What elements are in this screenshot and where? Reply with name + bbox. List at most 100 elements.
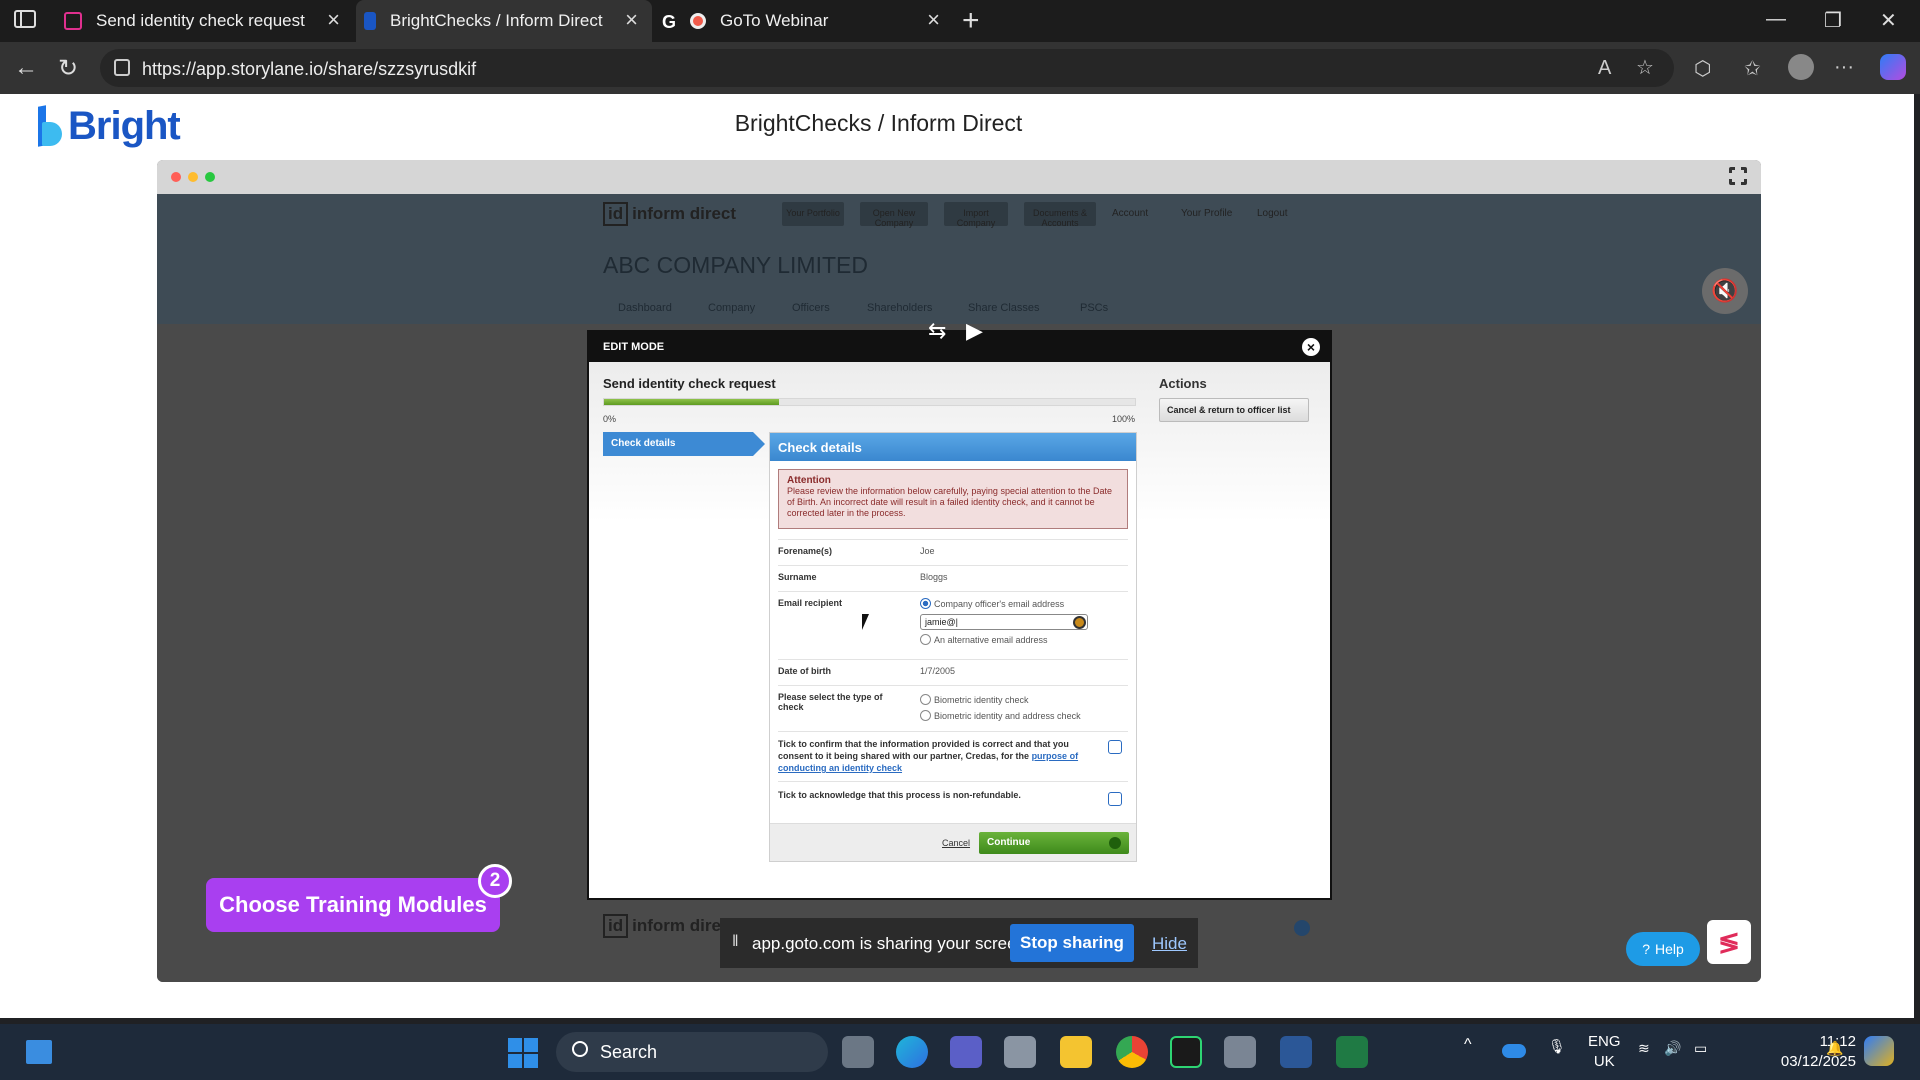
help-button[interactable]: ? Help [1626, 932, 1700, 966]
subnav-shareholders[interactable]: Shareholders [867, 302, 932, 314]
help-icon: ? [1642, 941, 1650, 957]
grammarly-badge-icon[interactable] [1073, 616, 1086, 629]
snipping-tool-icon[interactable] [1004, 1036, 1036, 1068]
favorite-star-icon[interactable]: ☆ [1636, 55, 1654, 80]
onedrive-icon[interactable] [1502, 1044, 1526, 1058]
restore-icon[interactable]: ❐ [1824, 8, 1842, 33]
subnav-share-classes[interactable]: Share Classes [968, 302, 1040, 314]
favorites-icon[interactable]: ✩ [1744, 56, 1761, 81]
storylane-logo-icon[interactable]: ≶ [1707, 920, 1751, 964]
drag-handle-icon[interactable]: ‖ [732, 933, 739, 951]
cancel-link[interactable]: Cancel [942, 838, 970, 848]
traffic-light-red-icon [171, 172, 181, 182]
swap-screen-icon[interactable]: ⇆ [928, 318, 946, 344]
menu-your-profile[interactable]: Your Profile [1181, 208, 1232, 219]
stop-sharing-button[interactable]: Stop sharing [1010, 924, 1134, 962]
menu-open-new-company[interactable]: Open New Company [860, 202, 928, 228]
address-bar-row: ← ↻ https://app.storylane.io/share/szzsy… [0, 42, 1920, 94]
excel-icon[interactable] [1336, 1036, 1368, 1068]
file-explorer-icon[interactable] [1060, 1036, 1092, 1068]
app-header: id inform direct Your Portfolio Open New … [157, 194, 1761, 324]
tab-send-identity-check[interactable]: Send identity check request × [58, 0, 354, 42]
back-icon[interactable]: ← [14, 54, 38, 82]
refund-checkbox[interactable] [1108, 792, 1122, 806]
subnav-officers[interactable]: Officers [792, 302, 830, 314]
menu-import-company[interactable]: Import Company [944, 202, 1008, 228]
close-tab-icon[interactable]: × [927, 9, 940, 31]
system-clock[interactable]: 11:12 03/12/2025 [1778, 1032, 1856, 1072]
calculator-icon[interactable] [1224, 1036, 1256, 1068]
vertical-tabs-icon[interactable] [14, 10, 36, 28]
widgets-icon[interactable] [26, 1040, 52, 1064]
minimize-icon[interactable]: — [1766, 8, 1786, 31]
subnav-dashboard[interactable]: Dashboard [618, 302, 672, 314]
copilot-icon[interactable] [1880, 54, 1906, 80]
taskbar-search[interactable]: Search [556, 1032, 828, 1072]
new-tab-icon[interactable]: + [962, 4, 980, 38]
notifications-icon[interactable]: 🔔 [1826, 1040, 1843, 1057]
company-name: ABC COMPANY LIMITED [603, 252, 868, 278]
refund-row: Tick to acknowledge that this process is… [778, 781, 1128, 821]
subnav-company[interactable]: Company [708, 302, 755, 314]
storylane-favicon-icon [64, 12, 82, 30]
language-indicator[interactable]: ENG UK [1588, 1032, 1621, 1072]
close-tab-icon[interactable]: × [327, 9, 340, 31]
copilot-taskbar-icon[interactable] [1864, 1036, 1894, 1066]
menu-account[interactable]: Account [1112, 208, 1148, 219]
edge-browser-icon[interactable] [896, 1036, 928, 1068]
menu-documents-accounts[interactable]: Documents & Accounts [1024, 202, 1096, 228]
profile-avatar-icon[interactable] [1788, 54, 1814, 80]
menu-your-portfolio[interactable]: Your Portfolio [782, 202, 844, 226]
check-type-biometric[interactable]: Biometric identity check [920, 694, 1029, 705]
attention-title: Attention [787, 475, 831, 486]
radio-selected-icon[interactable] [920, 598, 931, 609]
radio-icon[interactable] [920, 634, 931, 645]
task-view-icon[interactable] [842, 1036, 874, 1068]
radio-icon[interactable] [920, 694, 931, 705]
show-hidden-icons-icon[interactable]: ^ [1464, 1036, 1472, 1054]
consent-checkbox[interactable] [1108, 740, 1122, 754]
extensions-icon[interactable]: ⬡ [1694, 56, 1711, 81]
video-play-icon[interactable]: ▶ [966, 318, 983, 344]
radio-icon[interactable] [920, 710, 931, 721]
panel-title: Check details [770, 433, 1136, 461]
continue-button[interactable]: Continue [979, 832, 1129, 854]
check-type-row: Please select the type of check Biometri… [778, 685, 1128, 731]
email-input[interactable]: jamie@| [920, 614, 1088, 630]
windows-start-icon[interactable] [508, 1038, 538, 1068]
hide-share-bar-link[interactable]: Hide [1152, 934, 1187, 954]
wifi-icon[interactable]: ≋ [1638, 1040, 1650, 1057]
teams-icon[interactable] [950, 1036, 982, 1068]
menu-logout[interactable]: Logout [1257, 208, 1288, 219]
mute-audio-icon[interactable]: 🔇 [1702, 268, 1748, 314]
url-input[interactable]: https://app.storylane.io/share/szzsyrusd… [100, 49, 1674, 87]
modal-close-icon[interactable]: × [1302, 338, 1320, 356]
attention-notice: Attention Please review the information … [778, 469, 1128, 529]
subnav-pscs[interactable]: PSCs [1080, 302, 1108, 314]
email-option-alternative[interactable]: An alternative email address [920, 634, 1048, 645]
tab-brightchecks[interactable]: BrightChecks / Inform Direct × [356, 0, 652, 42]
volume-icon[interactable]: 🔊 [1664, 1040, 1681, 1057]
email-option-officer[interactable]: Company officer's email address [920, 598, 1064, 609]
modal-header-label: EDIT MODE [603, 341, 665, 353]
read-aloud-icon[interactable]: A [1598, 57, 1611, 80]
more-menu-icon[interactable]: ··· [1834, 56, 1854, 79]
close-tab-icon[interactable]: × [625, 9, 638, 31]
site-info-icon[interactable] [114, 59, 130, 76]
refund-text: Tick to acknowledge that this process is… [778, 790, 1021, 800]
scroll-top-icon[interactable] [1294, 920, 1310, 936]
close-window-icon[interactable]: ✕ [1880, 8, 1897, 33]
choose-training-modules-button[interactable]: Choose Training Modules [206, 878, 500, 932]
chrome-icon[interactable] [1116, 1036, 1148, 1068]
fullscreen-icon[interactable] [1728, 166, 1748, 186]
microphone-icon[interactable]: 🎙 [1548, 1038, 1566, 1055]
cancel-return-button[interactable]: Cancel & return to officer list [1159, 398, 1309, 422]
dob-value: 1/7/2005 [920, 666, 956, 676]
refresh-icon[interactable]: ↻ [58, 54, 78, 83]
word-icon[interactable] [1280, 1036, 1312, 1068]
check-type-biometric-address[interactable]: Biometric identity and address check [920, 710, 1081, 721]
battery-icon[interactable]: ▭ [1694, 1040, 1707, 1057]
pycharm-icon[interactable] [1170, 1036, 1202, 1068]
search-icon [572, 1041, 588, 1057]
tab-goto-webinar[interactable]: G GoTo Webinar × [658, 0, 954, 42]
